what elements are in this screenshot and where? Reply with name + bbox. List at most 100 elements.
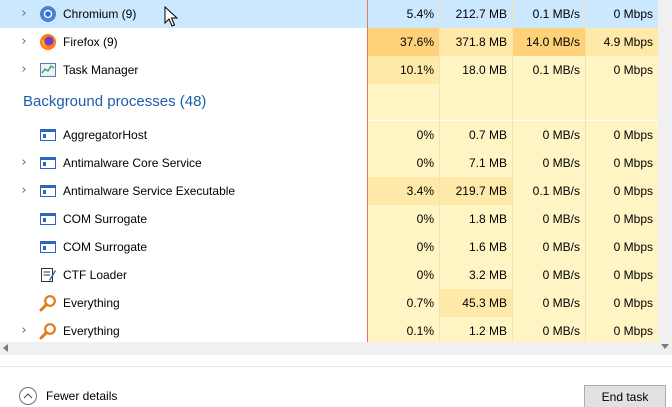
process-table: › Chromium (9) 5.4% 212.7 MB 0.1 MB/s 0 … [0, 0, 658, 355]
process-name-cell: COM Surrogate [0, 205, 367, 233]
memory-cell [440, 84, 512, 120]
window-app-icon [39, 182, 57, 200]
disk-cell [513, 84, 585, 120]
network-cell [586, 84, 658, 120]
task-manager-icon [39, 61, 57, 79]
cpu-cell: 5.4% [368, 0, 439, 28]
scroll-down-arrow-icon[interactable] [661, 344, 669, 349]
process-row[interactable]: AggregatorHost 0% 0.7 MB 0 MB/s 0 Mbps [0, 121, 658, 149]
process-name-cell: COM Surrogate [0, 233, 367, 261]
memory-cell: 1.6 MB [440, 233, 512, 261]
cpu-cell: 3.4% [368, 177, 439, 205]
end-task-button[interactable]: End task [584, 385, 666, 407]
process-row[interactable]: COM Surrogate 0% 1.6 MB 0 MB/s 0 Mbps [0, 233, 658, 261]
disk-cell: 0 MB/s [513, 205, 585, 233]
process-name: AggregatorHost [63, 128, 148, 142]
disk-cell: 0 MB/s [513, 317, 585, 345]
memory-cell: 45.3 MB [440, 289, 512, 317]
process-name-cell: › Chromium (9) [0, 0, 367, 28]
process-name-cell: Everything [0, 289, 367, 317]
memory-cell: 7.1 MB [440, 149, 512, 177]
process-row[interactable]: › Firefox (9) 37.6% 371.8 MB 14.0 MB/s 4… [0, 28, 658, 56]
chevron-right-icon[interactable]: › [17, 183, 31, 199]
process-name-cell: › Firefox (9) [0, 28, 367, 56]
disk-cell: 0 MB/s [513, 121, 585, 149]
window-app-icon [39, 238, 57, 256]
process-name-cell: AggregatorHost [0, 121, 367, 149]
process-row[interactable]: › Chromium (9) 5.4% 212.7 MB 0.1 MB/s 0 … [0, 0, 658, 28]
disk-cell: 0 MB/s [513, 233, 585, 261]
disk-cell: 0 MB/s [513, 289, 585, 317]
memory-cell: 219.7 MB [440, 177, 512, 205]
process-row[interactable]: › Everything 0.1% 1.2 MB 0 MB/s 0 Mbps [0, 317, 658, 345]
chevron-right-icon[interactable]: › [17, 323, 31, 339]
process-name: Everything [63, 296, 120, 310]
window-app-icon [39, 126, 57, 144]
process-name: Everything [63, 324, 120, 338]
sort-column-divider [367, 0, 368, 355]
process-name: Firefox (9) [63, 35, 118, 49]
group-header-row: Background processes (48) [0, 84, 658, 120]
disk-cell: 14.0 MB/s [513, 28, 585, 56]
cpu-cell: 0% [368, 205, 439, 233]
chevron-right-icon[interactable]: › [17, 62, 31, 78]
process-name: Antimalware Core Service [63, 156, 202, 170]
footer-bar: Fewer details End task [0, 366, 672, 407]
process-row[interactable]: › Antimalware Core Service 0% 7.1 MB 0 M… [0, 149, 658, 177]
column-divider [585, 0, 586, 355]
process-name: COM Surrogate [63, 212, 148, 226]
window-app-icon [39, 154, 57, 172]
process-name: COM Surrogate [63, 240, 148, 254]
memory-cell: 3.2 MB [440, 261, 512, 289]
cpu-cell: 37.6% [368, 28, 439, 56]
process-row[interactable]: › Task Manager 10.1% 18.0 MB 0.1 MB/s 0 … [0, 56, 658, 84]
network-cell: 0 Mbps [586, 261, 658, 289]
chevron-right-icon[interactable]: › [17, 6, 31, 22]
memory-cell: 0.7 MB [440, 121, 512, 149]
chevron-up-icon [19, 387, 37, 405]
process-name: Antimalware Service Executable [63, 184, 236, 198]
process-name-cell: CTF Loader [0, 261, 367, 289]
chevron-right-icon[interactable]: › [17, 34, 31, 50]
network-cell: 0 Mbps [586, 317, 658, 345]
everything-search-icon [39, 322, 57, 340]
network-cell: 0 Mbps [586, 177, 658, 205]
process-name: Chromium (9) [63, 7, 137, 21]
process-row[interactable]: Everything 0.7% 45.3 MB 0 MB/s 0 Mbps [0, 289, 658, 317]
process-row[interactable]: CTF Loader 0% 3.2 MB 0 MB/s 0 Mbps [0, 261, 658, 289]
cpu-cell: 10.1% [368, 56, 439, 84]
chevron-right-icon[interactable]: › [17, 155, 31, 171]
process-name-cell: › Antimalware Core Service [0, 149, 367, 177]
horizontal-scrollbar[interactable] [0, 342, 658, 355]
process-name: Task Manager [63, 63, 139, 77]
disk-cell: 0.1 MB/s [513, 0, 585, 28]
fewer-details-label: Fewer details [46, 389, 118, 403]
everything-search-icon [39, 294, 57, 312]
group-title: Background processes (48) [23, 93, 207, 110]
cpu-cell [368, 84, 439, 120]
ctf-loader-icon [39, 266, 57, 284]
network-cell: 0 Mbps [586, 56, 658, 84]
column-divider [512, 0, 513, 355]
vertical-scrollbar[interactable] [658, 0, 672, 355]
process-name-cell: › Task Manager [0, 56, 367, 84]
cpu-cell: 0% [368, 233, 439, 261]
window-app-icon [39, 210, 57, 228]
scroll-left-arrow-icon[interactable] [3, 344, 8, 352]
memory-cell: 212.7 MB [440, 0, 512, 28]
cpu-cell: 0% [368, 121, 439, 149]
network-cell: 4.9 Mbps [586, 28, 658, 56]
memory-cell: 1.2 MB [440, 317, 512, 345]
network-cell: 0 Mbps [586, 233, 658, 261]
memory-cell: 1.8 MB [440, 205, 512, 233]
network-cell: 0 Mbps [586, 149, 658, 177]
process-name-cell: › Everything [0, 317, 367, 345]
cpu-cell: 0.7% [368, 289, 439, 317]
process-row[interactable]: › Antimalware Service Executable 3.4% 21… [0, 177, 658, 205]
group-header-cell: Background processes (48) [0, 84, 367, 120]
process-name-cell: › Antimalware Service Executable [0, 177, 367, 205]
network-cell: 0 Mbps [586, 289, 658, 317]
process-row[interactable]: COM Surrogate 0% 1.8 MB 0 MB/s 0 Mbps [0, 205, 658, 233]
mouse-cursor-icon [164, 6, 178, 27]
network-cell: 0 Mbps [586, 121, 658, 149]
